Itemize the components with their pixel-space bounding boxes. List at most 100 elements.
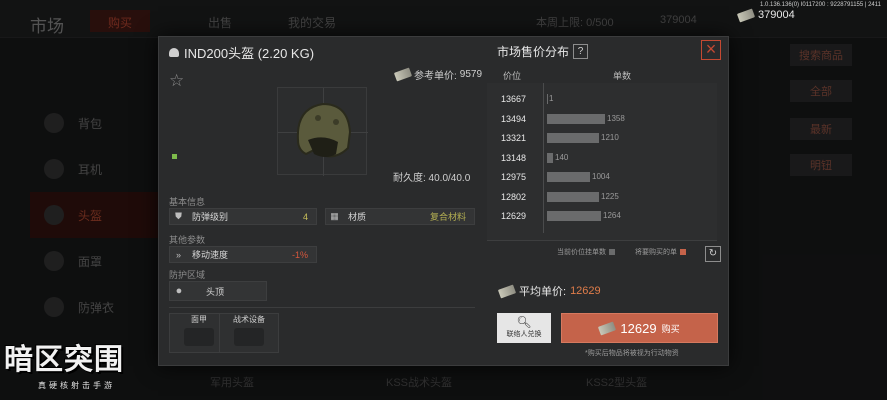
avg-label: 平均单价: — [519, 286, 567, 298]
buy-price: 12629 — [620, 320, 657, 336]
attr-value: -1% — [291, 249, 308, 260]
qty-value: 1210 — [601, 133, 619, 142]
qty-value: 140 — [555, 152, 569, 162]
cash-icon — [598, 321, 617, 335]
protect-region-box: ● 头顶 — [169, 281, 267, 301]
attr-label: 材质 — [348, 212, 367, 222]
section-other-params: 其他参数 — [169, 235, 206, 245]
qty-value: 1004 — [592, 172, 610, 181]
price-row: 12629 1264 — [487, 208, 717, 225]
reference-price-label: 参考单价: — [414, 71, 457, 82]
speed-icon: » — [175, 249, 181, 260]
legend-label: 将要购买的单 — [635, 249, 677, 256]
col-price-header: 价位 — [503, 71, 522, 81]
contact-exchange-button[interactable]: 🔍︎ 联络人兑换 — [497, 313, 551, 343]
buy-label: 购买 — [661, 323, 680, 334]
slot-tactical-device[interactable]: 战术设备 — [219, 313, 279, 353]
qty-value: 1264 — [603, 211, 621, 220]
price-value: 13148 — [501, 152, 527, 163]
market-distribution-pane: 市场售价分布 ? × 价位 单数 13667 1 13494 1358 13321 121… — [485, 37, 730, 367]
debug-build-text: 1.0.136.136(0) I0117200 : 9228791155 | 2… — [760, 2, 881, 8]
legend-buy: 将要购买的单 — [635, 247, 686, 257]
cash-icon — [736, 8, 756, 22]
col-qty-header: 单数 — [613, 71, 632, 81]
refresh-button[interactable]: ↻ — [705, 246, 721, 262]
slot-label: 面甲 — [191, 315, 207, 324]
price-value: 13494 — [501, 113, 527, 124]
logo-subtitle: 真硬核射击手游 — [38, 381, 115, 390]
material-icon: ▦ — [330, 211, 339, 221]
legend-label: 当前价位挂单数 — [557, 249, 606, 256]
reference-price-value: 9579 — [459, 69, 483, 80]
qty-bar — [547, 211, 601, 221]
qty-value: 1 — [549, 94, 554, 103]
tactical-device-icon — [234, 328, 264, 346]
attr-label: 移动速度 — [192, 250, 229, 260]
attr-move-speed: » 移动速度 -1% — [169, 246, 317, 263]
qty-value: 1358 — [607, 113, 625, 123]
shield-icon: ⛊ — [175, 211, 182, 221]
cash-icon — [497, 284, 517, 298]
protect-region-label: 头顶 — [206, 286, 225, 297]
market-title: 市场售价分布 ? — [497, 43, 589, 60]
help-button[interactable]: ? — [573, 44, 589, 59]
attr-value: 4 — [302, 211, 308, 222]
favorite-star-icon[interactable]: ☆ — [169, 71, 184, 91]
qty-bar — [547, 94, 548, 104]
avg-value: 12629 — [570, 285, 601, 297]
price-value: 13667 — [501, 94, 527, 104]
cash-icon — [393, 67, 413, 82]
price-row: 12802 1225 — [487, 189, 717, 206]
section-protect-region: 防护区域 — [169, 270, 206, 280]
reference-price: 参考单价: 9579 — [393, 67, 483, 82]
price-depth-chart: 13667 1 13494 1358 13321 1210 13148 140 12975 100… — [487, 83, 717, 241]
item-details-pane: IND200头盔 (2.20 KG) ☆ 参考单价: 9579 耐久度: 40.0… — [159, 37, 483, 367]
legend-swatch — [680, 249, 686, 255]
currency-amount: 379004 — [758, 9, 795, 21]
item-purchase-dialog: IND200头盔 (2.20 KG) ☆ 参考单价: 9579 耐久度: 40.0… — [158, 36, 729, 366]
slot-label: 战术设备 — [233, 315, 265, 324]
price-value: 12802 — [501, 191, 527, 202]
attr-armor-level: ⛊ 防弹级别 4 — [169, 208, 317, 225]
helmet-icon — [169, 48, 179, 57]
rarity-indicator — [172, 154, 177, 159]
search-icon: 🔍︎ — [516, 315, 532, 329]
price-value: 13321 — [501, 133, 527, 143]
helmet-icon — [296, 102, 352, 158]
qty-bar — [547, 172, 590, 182]
qty-value: 1225 — [601, 191, 619, 201]
attr-value: 复合材料 — [429, 212, 466, 222]
contact-label: 联络人兑换 — [506, 331, 542, 338]
logo-title: 暗区突围 — [4, 342, 125, 376]
price-row: 12975 1004 — [487, 169, 717, 186]
price-row: 13494 1358 — [487, 111, 717, 128]
market-title-text: 市场售价分布 — [497, 45, 570, 59]
divider — [169, 307, 475, 308]
refresh-icon: ↻ — [708, 248, 718, 259]
attr-label: 防弹级别 — [192, 212, 229, 222]
item-image — [277, 87, 368, 176]
faceshield-icon — [184, 328, 214, 346]
price-row: 13148 140 — [487, 150, 717, 167]
qty-bar — [547, 191, 599, 202]
item-title: IND200头盔 (2.20 KG) — [169, 43, 314, 62]
buy-button[interactable]: 12629 购买 — [561, 313, 718, 343]
close-button[interactable]: × — [701, 40, 721, 60]
price-value: 12629 — [501, 211, 527, 221]
buy-note: *购买后物品将被视为行动物资 — [585, 350, 679, 357]
legend-current: 当前价位挂单数 — [557, 247, 615, 257]
price-value: 12975 — [501, 172, 527, 182]
legend-swatch — [609, 249, 615, 255]
price-row: 13321 1210 — [487, 130, 717, 147]
item-name: IND200头盔 (2.20 KG) — [184, 46, 315, 61]
qty-bar — [547, 113, 605, 124]
head-silhouette-icon: ● — [175, 285, 183, 297]
game-logo: 暗区突围 真硬核射击手游 — [4, 336, 128, 400]
section-basic-info: 基本信息 — [169, 197, 206, 207]
durability-text: 耐久度: 40.0/40.0 — [393, 173, 471, 184]
qty-bar — [547, 152, 553, 163]
price-row: 13667 1 — [487, 91, 717, 108]
average-price: 平均单价: 12629 — [497, 283, 601, 299]
currency-display: 379004 — [736, 8, 795, 22]
attr-material: ▦ 材质 复合材料 — [325, 208, 475, 225]
